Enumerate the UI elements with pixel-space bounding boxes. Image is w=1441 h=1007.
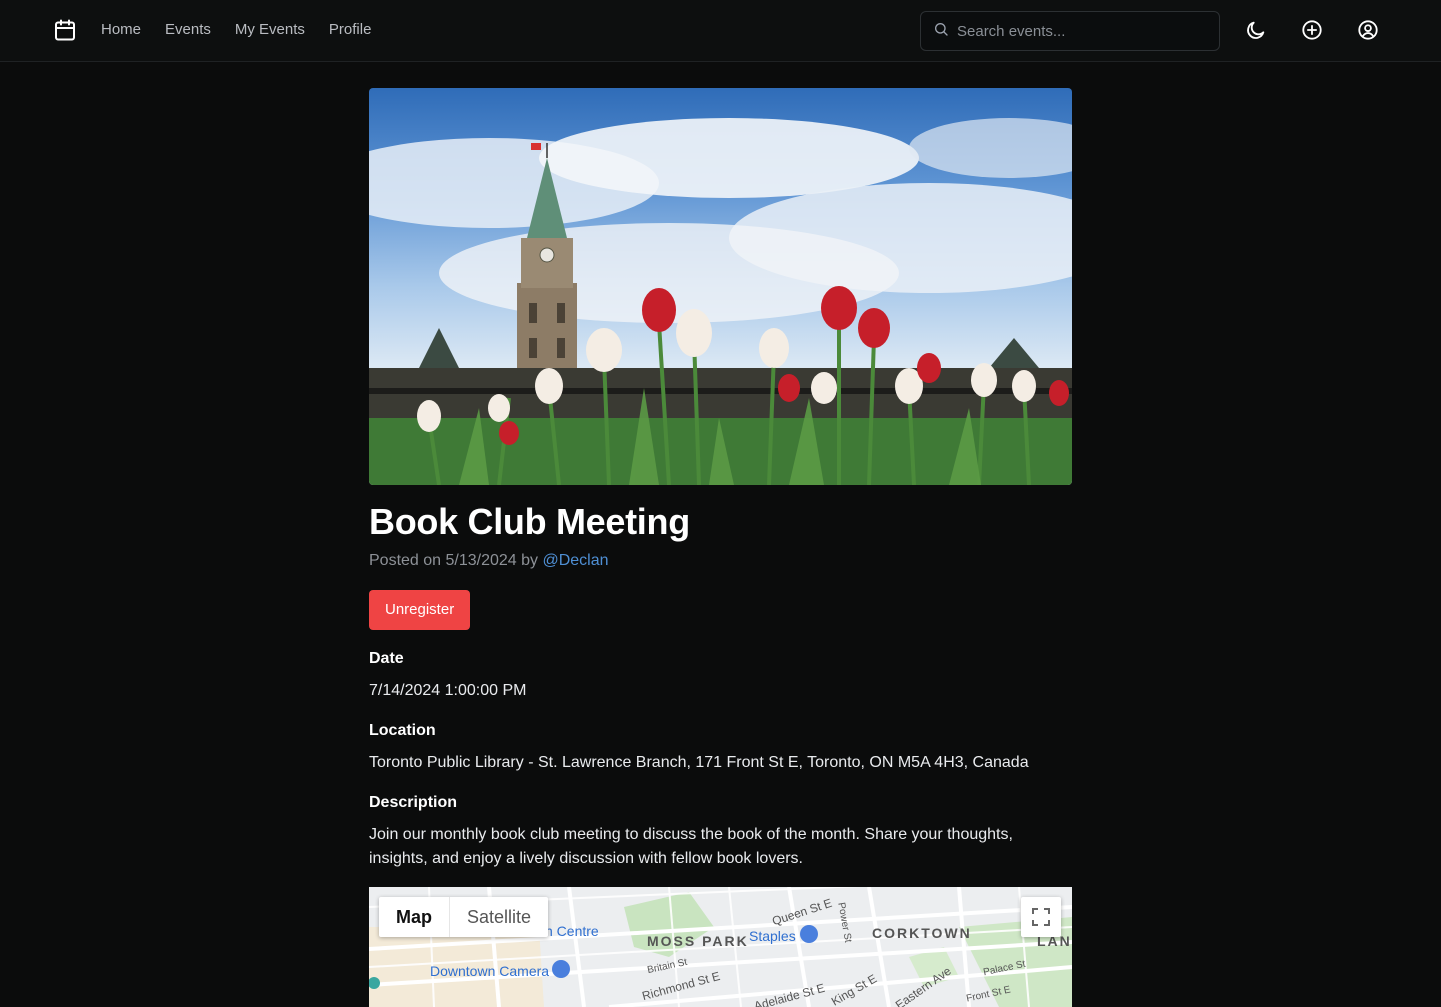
map-type-satellite[interactable]: Satellite [450,897,548,937]
location-map[interactable]: n Centre MOSS PARK Queen St E Power St S… [369,887,1072,1007]
date-label: Date [369,650,404,667]
add-circle-icon[interactable] [1301,19,1323,41]
search-icon [933,21,949,42]
map-label-staples: Staples [749,928,796,944]
event-detail: Book Club Meeting Posted on 5/13/2024 by… [369,88,1072,1007]
date-value: 7/14/2024 1:00:00 PM [369,682,527,699]
moon-icon[interactable] [1245,19,1267,41]
location-value: Toronto Public Library - St. Lawrence Br… [369,754,1029,771]
search-input[interactable] [957,22,1197,40]
location-label: Location [369,722,436,739]
description-value: Join our monthly book club meeting to di… [369,826,1013,867]
location-section: Location Toronto Public Library - St. La… [369,720,1072,775]
nav-link-my-events[interactable]: My Events [235,21,305,38]
author-link[interactable]: @Declan [542,552,608,569]
fullscreen-icon[interactable] [1021,897,1061,937]
navbar: Home Events My Events Profile [0,0,1441,62]
nav-link-events[interactable]: Events [165,21,211,38]
map-label-centre: n Centre [545,923,599,939]
map-type-toggle: Map Satellite [379,897,549,937]
nav-link-profile[interactable]: Profile [329,21,372,38]
event-meta: Posted on 5/13/2024 by @Declan [369,550,1072,572]
map-label-corktown: CORKTOWN [872,925,972,941]
nav-link-home[interactable]: Home [101,21,141,38]
map-type-map[interactable]: Map [379,897,449,937]
unregister-button[interactable]: Unregister [369,590,471,630]
search-box[interactable] [920,11,1220,51]
posted-text: Posted on 5/13/2024 by [369,552,543,569]
event-hero-image [369,88,1072,485]
description-label: Description [369,794,458,811]
event-title: Book Club Meeting [369,501,690,542]
map-label-downtown-camera: Downtown Camera [430,963,550,979]
map-label-moss-park: MOSS PARK [647,933,749,949]
description-section: Description Join our monthly book club m… [369,792,1072,871]
user-circle-icon[interactable] [1357,19,1379,41]
calendar-icon[interactable] [53,18,77,42]
date-section: Date 7/14/2024 1:00:00 PM [369,648,1072,703]
nav-links: Home Events My Events Profile [101,21,371,38]
